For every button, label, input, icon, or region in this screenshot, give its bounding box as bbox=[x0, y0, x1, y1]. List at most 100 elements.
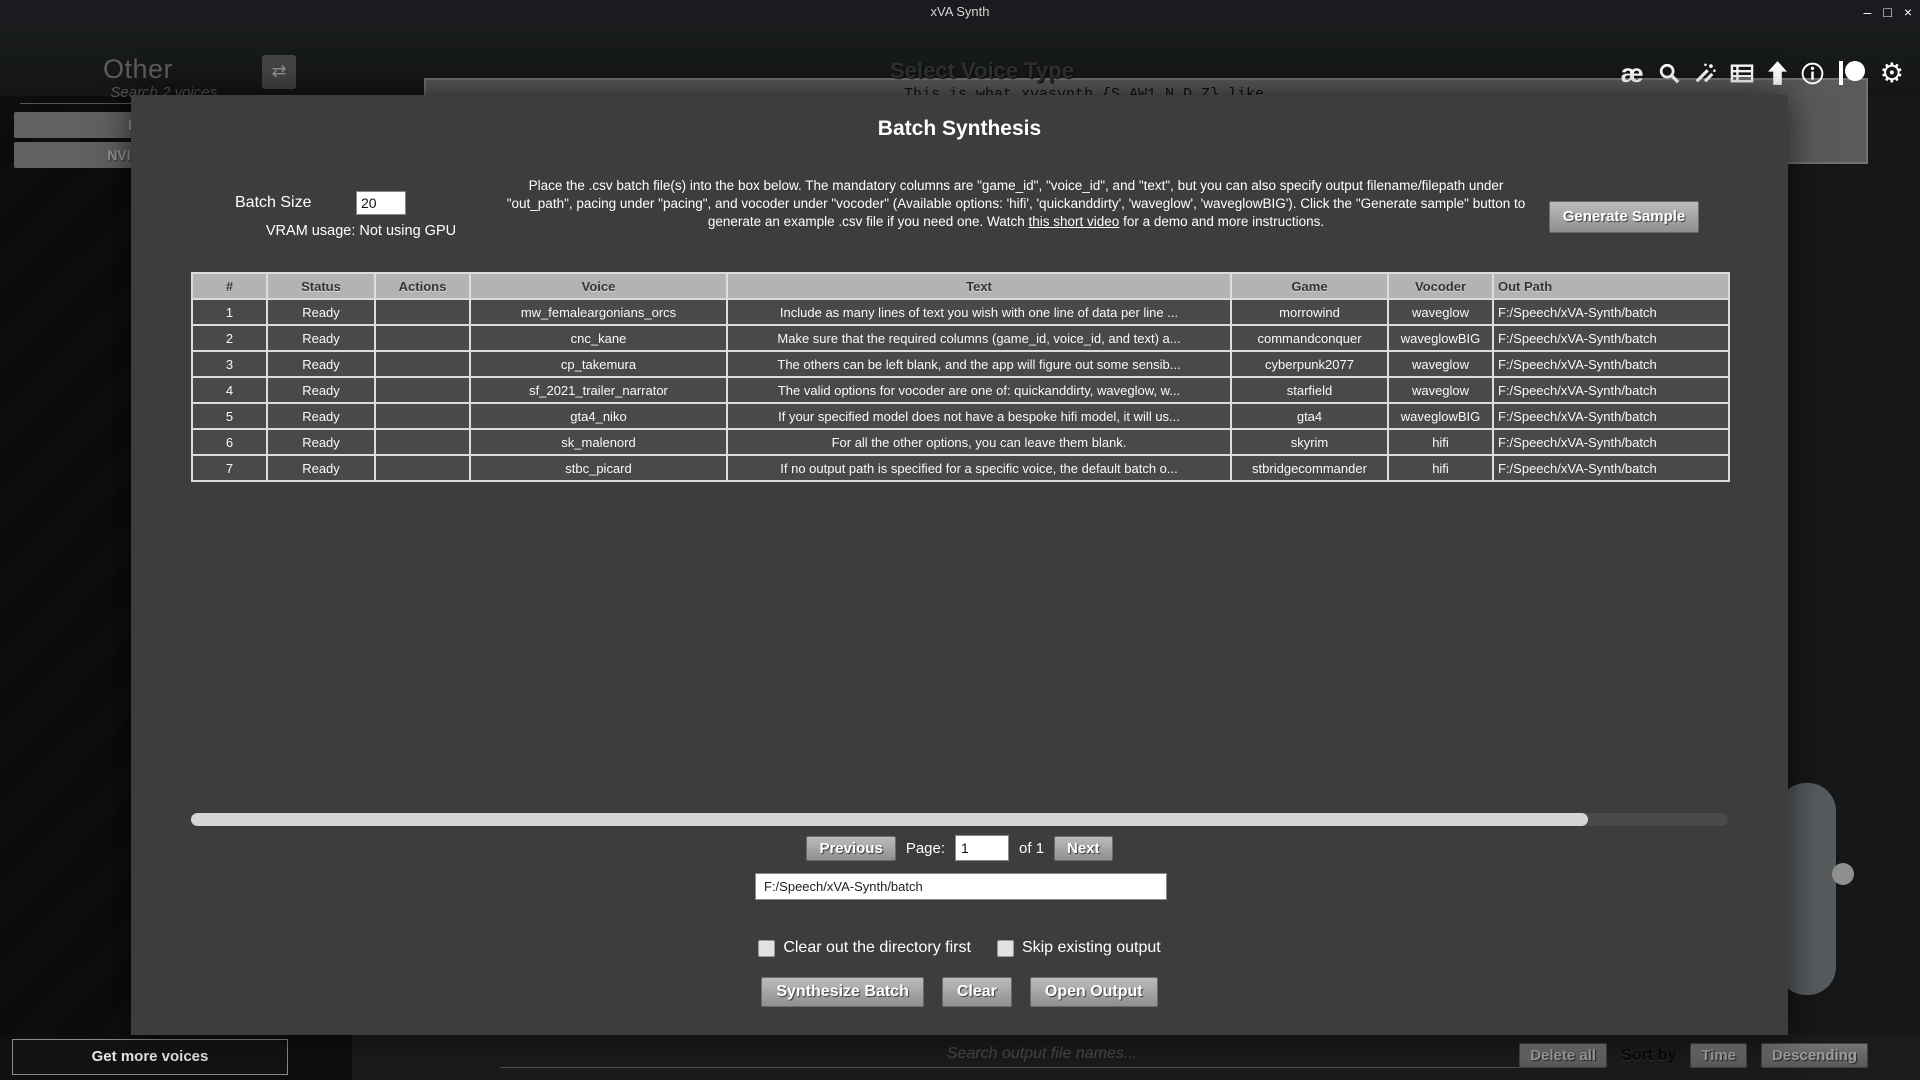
skip-existing-option: Skip existing output bbox=[996, 939, 1161, 957]
table-hscrollbar-track[interactable] bbox=[191, 813, 1728, 826]
batch-cell: F:/Speech/xVA-Synth/batch bbox=[1492, 376, 1730, 404]
batch-table: # Status Actions Voice Text Game Vocoder Out Pa… bbox=[191, 272, 1730, 482]
batch-cell bbox=[374, 350, 471, 378]
output-path-input[interactable] bbox=[755, 873, 1167, 900]
batch-cell: Ready bbox=[266, 376, 376, 404]
close-button[interactable]: × bbox=[1904, 2, 1912, 22]
table-header-row: # Status Actions Voice Text Game Vocoder Out Pa… bbox=[191, 272, 1730, 300]
minimize-button[interactable]: – bbox=[1864, 2, 1872, 22]
batch-cell: Include as many lines of text you wish w… bbox=[726, 298, 1232, 326]
info-icon[interactable] bbox=[1801, 62, 1824, 85]
arpabet-icon[interactable]: æ bbox=[1621, 60, 1644, 86]
open-output-button[interactable]: Open Output bbox=[1029, 977, 1158, 1007]
record-voice-icon[interactable] bbox=[1838, 60, 1866, 86]
col-header-text: Text bbox=[726, 272, 1232, 300]
batch-cell: hifi bbox=[1387, 428, 1494, 456]
batch-synthesis-modal: Batch Synthesis Batch Size VRAM usage: N… bbox=[131, 95, 1788, 1035]
clear-button[interactable]: Clear bbox=[941, 977, 1012, 1007]
batch-cell: Ready bbox=[266, 428, 376, 456]
batch-cell bbox=[374, 402, 471, 430]
batch-synthesis-icon[interactable] bbox=[1730, 62, 1754, 84]
batch-cell: stbridgecommander bbox=[1230, 454, 1389, 482]
batch-cell: waveglowBIG bbox=[1387, 324, 1494, 352]
batch-cell bbox=[374, 324, 471, 352]
clear-directory-option: Clear out the directory first bbox=[758, 939, 971, 957]
plugins-icon[interactable] bbox=[1694, 62, 1716, 84]
batch-cell: 6 bbox=[191, 428, 268, 456]
batch-cell bbox=[374, 428, 471, 456]
batch-cell: F:/Speech/xVA-Synth/batch bbox=[1492, 402, 1730, 430]
batch-cell: The others can be left blank, and the ap… bbox=[726, 350, 1232, 378]
batch-instructions: Place the .csv batch file(s) into the bo… bbox=[497, 177, 1535, 230]
page-count-label: of 1 bbox=[1019, 839, 1045, 857]
page-number-input[interactable] bbox=[955, 835, 1010, 861]
short-video-link[interactable]: this short video bbox=[1029, 214, 1120, 229]
maximize-button[interactable]: □ bbox=[1883, 2, 1891, 22]
settings-gear-icon[interactable]: ⚙ bbox=[1880, 60, 1904, 87]
batch-size-input[interactable] bbox=[356, 191, 406, 215]
batch-cell: stbc_picard bbox=[469, 454, 728, 482]
update-icon[interactable] bbox=[1767, 61, 1787, 85]
batch-table-wrap: # Status Actions Voice Text Game Vocoder Out Pa… bbox=[191, 272, 1730, 482]
batch-row[interactable]: 7 Ready stbc_picard If no output path is sp… bbox=[191, 454, 1730, 482]
window-title: xVA Synth bbox=[930, 4, 990, 19]
skip-existing-label: Skip existing output bbox=[1021, 939, 1161, 956]
synthesize-batch-button[interactable]: Synthesize Batch bbox=[761, 977, 924, 1007]
col-header-voice: Voice bbox=[469, 272, 728, 300]
batch-cell: F:/Speech/xVA-Synth/batch bbox=[1492, 428, 1730, 456]
header-icon-bar: æ ⚙ bbox=[1621, 60, 1904, 87]
batch-row[interactable]: 6 Ready sk_malenord For all the other optio… bbox=[191, 428, 1730, 456]
batch-cell: mw_femaleargonians_orcs bbox=[469, 298, 728, 326]
batch-cell: gta4_niko bbox=[469, 402, 728, 430]
batch-cell: The valid options for vocoder are one of… bbox=[726, 376, 1232, 404]
modal-action-buttons: Synthesize Batch Clear Open Output bbox=[131, 977, 1788, 1007]
skip-existing-checkbox[interactable] bbox=[996, 939, 1014, 957]
col-header-status: Status bbox=[266, 272, 376, 300]
batch-row[interactable]: 5 Ready gta4_niko If your specified model d… bbox=[191, 402, 1730, 430]
batch-options: Clear out the directory first Skip exist… bbox=[131, 939, 1788, 957]
batch-cell bbox=[374, 454, 471, 482]
instructions-text-after: for a demo and more instructions. bbox=[1119, 213, 1325, 229]
batch-cell: 1 bbox=[191, 298, 268, 326]
batch-cell: cyberpunk2077 bbox=[1230, 350, 1389, 378]
batch-cell: waveglow bbox=[1387, 298, 1494, 326]
generate-sample-button[interactable]: Generate Sample bbox=[1549, 201, 1699, 233]
batch-cell: Ready bbox=[266, 402, 376, 430]
batch-cell: Make sure that the required columns (gam… bbox=[726, 324, 1232, 352]
batch-row[interactable]: 3 Ready cp_takemura The others can be left … bbox=[191, 350, 1730, 378]
page-label: Page: bbox=[905, 839, 946, 857]
get-more-voices-button[interactable]: Get more voices bbox=[12, 1039, 288, 1075]
titlebar: xVA Synth – □ × bbox=[0, 0, 1920, 24]
batch-row[interactable]: 2 Ready cnc_kane Make sure that the require… bbox=[191, 324, 1730, 352]
instructions-text: Place the .csv batch file(s) into the bo… bbox=[506, 178, 1526, 229]
next-page-button[interactable]: Next bbox=[1054, 835, 1113, 861]
batch-cell: hifi bbox=[1387, 454, 1494, 482]
batch-cell: cp_takemura bbox=[469, 350, 728, 378]
batch-cell: Ready bbox=[266, 324, 376, 352]
batch-row[interactable]: 4 Ready sf_2021_trailer_narrator The valid … bbox=[191, 376, 1730, 404]
batch-cell: Ready bbox=[266, 298, 376, 326]
batch-cell: F:/Speech/xVA-Synth/batch bbox=[1492, 454, 1730, 482]
batch-row[interactable]: 1 Ready mw_femaleargonians_orcs Include as … bbox=[191, 298, 1730, 326]
batch-cell: F:/Speech/xVA-Synth/batch bbox=[1492, 350, 1730, 378]
previous-page-button[interactable]: Previous bbox=[806, 835, 896, 861]
table-hscrollbar-thumb[interactable] bbox=[191, 813, 1588, 826]
batch-cell: starfield bbox=[1230, 376, 1389, 404]
col-header-actions: Actions bbox=[374, 272, 471, 300]
vram-usage-label: VRAM usage: Not using GPU bbox=[265, 223, 457, 239]
batch-cell: Ready bbox=[266, 454, 376, 482]
batch-cell: morrowind bbox=[1230, 298, 1389, 326]
clear-directory-checkbox[interactable] bbox=[758, 939, 776, 957]
batch-cell bbox=[374, 298, 471, 326]
batch-cell: 4 bbox=[191, 376, 268, 404]
batch-cell: If no output path is specified for a spe… bbox=[726, 454, 1232, 482]
batch-cell: waveglowBIG bbox=[1387, 402, 1494, 430]
batch-cell: 2 bbox=[191, 324, 268, 352]
search-icon[interactable] bbox=[1658, 62, 1680, 84]
batch-cell: 3 bbox=[191, 350, 268, 378]
batch-cell: If your specified model does not have a … bbox=[726, 402, 1232, 430]
batch-cell: Ready bbox=[266, 350, 376, 378]
col-header-num: # bbox=[191, 272, 268, 300]
batch-cell: sk_malenord bbox=[469, 428, 728, 456]
col-header-vocoder: Vocoder bbox=[1387, 272, 1494, 300]
